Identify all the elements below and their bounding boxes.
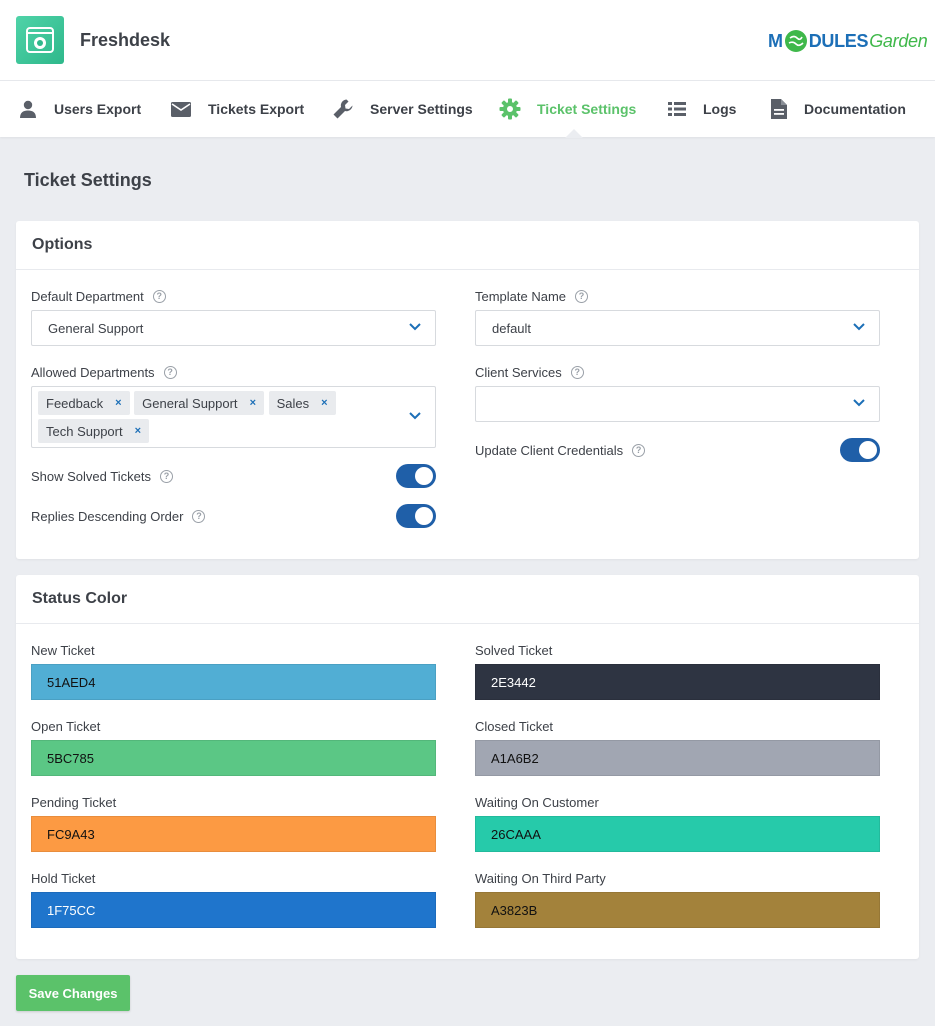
default-department-select[interactable]: General Support [31,310,436,346]
waiting-on-third-party-color-input[interactable]: A3823B [475,892,880,928]
freshdesk-logo-icon [16,16,64,64]
template-name-label: Template Name ? [475,289,589,304]
pending-ticket-label: Pending Ticket [31,795,117,810]
client-services-label: Client Services ? [475,365,584,380]
solved-ticket-label: Solved Ticket [475,643,553,658]
waiting-on-customer-color-input[interactable]: 26CAAA [475,816,880,852]
nav-users-export[interactable]: Users Export [18,81,141,137]
brand-text-garden: Garden [869,30,928,51]
options-panel: Options Default Department ? General Sup… [16,221,919,559]
hold-ticket-label: Hold Ticket [31,871,96,886]
nav-documentation-label: Documentation [804,101,906,117]
brand-text-dules: DULES [808,30,869,51]
replies-desc-label-text: Replies Descending Order [31,509,184,524]
show-solved-toggle[interactable] [396,464,436,488]
default-department-label-text: Default Department [31,289,144,304]
help-icon[interactable]: ? [192,510,206,523]
tag-label: Tech Support [46,423,123,439]
nav-ticket-settings-label: Ticket Settings [537,101,637,117]
update-credentials-label-text: Update Client Credentials [475,443,624,458]
hold-ticket-color-input[interactable]: 1F75CC [31,892,436,928]
main-nav: Users Export Tickets Export Server Setti… [0,81,935,137]
nav-logs-label: Logs [703,101,737,117]
template-name-value: default [492,320,532,336]
nav-logs[interactable]: Logs [667,81,736,137]
status-color-panel-title: Status Color [16,575,919,624]
allowed-departments-multiselect[interactable]: Feedback × General Support × Sales × Tech S… [31,386,436,448]
show-solved-label: Show Solved Tickets ? [31,469,173,484]
options-panel-title: Options [16,221,919,270]
replies-desc-toggle[interactable] [396,504,436,528]
default-department-value: General Support [48,320,144,336]
brand-text-m: M [768,30,783,51]
nav-tickets-export-label: Tickets Export [208,101,305,117]
help-icon[interactable]: ? [575,290,589,303]
department-tag: Feedback × [38,391,130,415]
status-color-panel: Status Color New Ticket 51AED4 Solved Ti… [16,575,919,959]
template-name-label-text: Template Name [475,289,567,304]
update-credentials-toggle[interactable] [840,438,880,462]
chevron-down-icon [853,399,865,407]
remove-tag-icon[interactable]: × [135,425,141,437]
active-tab-caret [565,129,583,138]
open-ticket-label: Open Ticket [31,719,101,734]
new-ticket-label: New Ticket [31,643,95,658]
nav-tickets-export[interactable]: Tickets Export [170,81,304,137]
waiting-on-third-party-label: Waiting On Third Party [475,871,606,886]
tag-label: Sales [276,395,310,411]
chevron-down-icon [409,412,421,420]
closed-ticket-color-input[interactable]: A1A6B2 [475,740,880,776]
client-services-label-text: Client Services [475,365,562,380]
app-title: Freshdesk [80,30,171,50]
closed-ticket-label: Closed Ticket [475,719,554,734]
help-icon[interactable]: ? [163,366,177,379]
page-title: Ticket Settings [24,170,152,190]
chevron-down-icon [409,323,421,331]
new-ticket-color-input[interactable]: 51AED4 [31,664,436,700]
department-tag: General Support × [134,391,264,415]
envelope-icon [171,102,191,117]
allowed-departments-label: Allowed Departments ? [31,365,177,380]
user-icon [20,100,36,118]
document-icon [771,99,787,119]
help-icon[interactable]: ? [159,470,173,483]
tag-label: General Support [142,395,238,411]
remove-tag-icon[interactable]: × [250,397,256,409]
default-department-label: Default Department ? [31,289,166,304]
nav-server-settings[interactable]: Server Settings [332,81,473,137]
gear-icon [499,98,521,120]
nav-server-settings-label: Server Settings [370,101,473,117]
list-icon [668,102,686,116]
department-tag: Tech Support × [38,419,150,443]
allowed-departments-label-text: Allowed Departments [31,365,155,380]
remove-tag-icon[interactable]: × [321,397,327,409]
wrench-icon [333,99,353,119]
help-icon[interactable]: ? [570,366,584,379]
remove-tag-icon[interactable]: × [115,397,121,409]
client-services-select[interactable] [475,386,880,422]
globe-icon [784,29,808,53]
update-credentials-label: Update Client Credentials ? [475,443,646,458]
help-icon[interactable]: ? [152,290,166,303]
template-name-select[interactable]: default [475,310,880,346]
chevron-down-icon [853,323,865,331]
waiting-on-customer-label: Waiting On Customer [475,795,599,810]
tag-label: Feedback [46,395,104,411]
solved-ticket-color-input[interactable]: 2E3442 [475,664,880,700]
replies-desc-label: Replies Descending Order ? [31,509,206,524]
nav-users-export-label: Users Export [54,101,142,117]
save-changes-button[interactable]: Save Changes [16,975,130,1011]
department-tag: Sales × [268,391,336,415]
app-header: Freshdesk M DULES Garden [0,0,935,81]
nav-documentation[interactable]: Documentation [770,81,906,137]
modulesgarden-logo: M DULES Garden [768,28,928,54]
open-ticket-color-input[interactable]: 5BC785 [31,740,436,776]
help-icon[interactable]: ? [632,444,646,457]
show-solved-label-text: Show Solved Tickets [31,469,151,484]
pending-ticket-color-input[interactable]: FC9A43 [31,816,436,852]
